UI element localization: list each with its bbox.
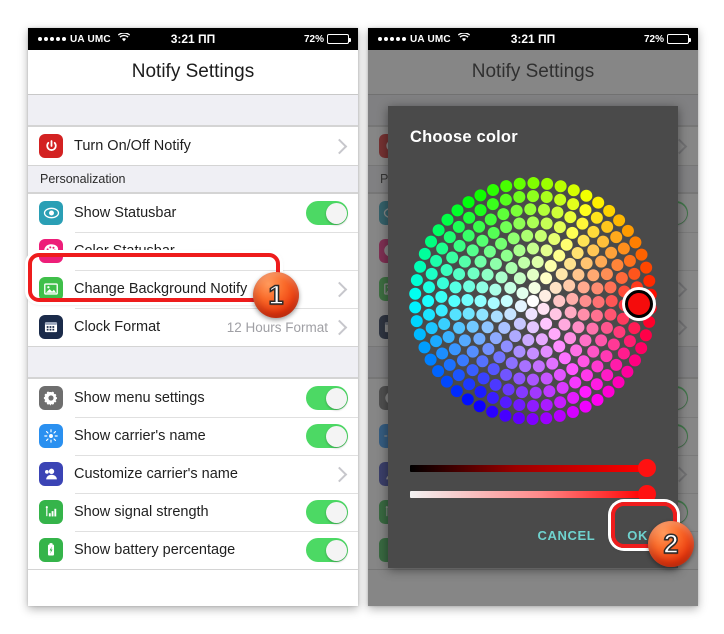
row-turn-on-off-notify[interactable]: Turn On/Off Notify xyxy=(28,127,358,165)
toggle-show-battery-percentage[interactable] xyxy=(306,538,348,562)
page-title: Notify Settings xyxy=(471,61,595,82)
signal-dots-icon xyxy=(378,37,406,41)
cancel-button[interactable]: CANCEL xyxy=(526,521,608,550)
status-bar-left-group: UA UMC xyxy=(28,32,130,45)
chevron-right-icon xyxy=(331,319,348,335)
navigation-bar-left: Notify Settings xyxy=(28,50,358,95)
saturation-slider-thumb[interactable] xyxy=(638,485,656,503)
row-label: Customize carrier's name xyxy=(74,466,238,482)
screenshot-stage: UA UMC 3:21 ПП 72% Notify Settings Turn … xyxy=(0,0,724,634)
row-show-menu-settings[interactable]: Show menu settings xyxy=(28,379,358,417)
chevron-right-icon xyxy=(331,281,348,297)
settings-list-left: Turn On/Off Notify Personalization Show … xyxy=(28,95,358,570)
row-show-battery-percentage[interactable]: Show battery percentage xyxy=(28,531,358,569)
ios-status-bar-left: UA UMC 3:21 ПП 72% xyxy=(28,28,358,50)
badge-number: 2 xyxy=(663,528,680,559)
status-bar-right-group: 72% xyxy=(644,34,698,45)
row-change-background-notify[interactable]: Change Background Notify xyxy=(28,270,358,308)
battery-percentage-label: 72% xyxy=(643,33,664,45)
carrier-name: UA UMC xyxy=(410,33,451,45)
navigation-bar-right: Notify Settings xyxy=(368,50,698,95)
row-label: Show carrier's name xyxy=(74,428,206,444)
wifi-icon xyxy=(457,32,470,45)
chevron-right-icon xyxy=(331,138,348,154)
dialog-actions: CANCEL OK xyxy=(388,507,678,568)
row-label: Color Statusbar xyxy=(74,243,175,259)
list-spacer xyxy=(28,347,358,378)
choose-color-dialog: Choose color CANCEL OK xyxy=(388,106,678,568)
color-selector-handle[interactable] xyxy=(625,290,653,318)
row-show-statusbar[interactable]: Show Statusbar xyxy=(28,194,358,232)
row-customize-carriers-name[interactable]: Customize carrier's name xyxy=(28,455,358,493)
page-title: Notify Settings xyxy=(131,61,255,82)
value-slider-track[interactable] xyxy=(410,464,645,472)
wifi-icon xyxy=(117,32,130,45)
ios-status-bar-right: UA UMC 3:21 ПП 72% xyxy=(368,28,698,50)
battery-percentage-label: 72% xyxy=(303,33,324,45)
brightness-icon xyxy=(39,424,63,448)
person-icon xyxy=(39,462,63,486)
row-label: Turn On/Off Notify xyxy=(74,138,191,154)
list-spacer xyxy=(28,95,358,126)
toggle-show-menu-settings[interactable] xyxy=(306,386,348,410)
toggle-show-signal-strength[interactable] xyxy=(306,500,348,524)
row-show-carriers-name[interactable]: Show carrier's name xyxy=(28,417,358,455)
row-label: Show Statusbar xyxy=(74,205,177,221)
annotation-badge-one: 1 xyxy=(253,272,299,318)
color-wheel[interactable] xyxy=(408,176,658,426)
phone-screen-left: UA UMC 3:21 ПП 72% Notify Settings Turn … xyxy=(28,28,358,606)
status-bar-right-group: 72% xyxy=(304,34,358,45)
section-header-personalization: Personalization xyxy=(28,166,358,193)
phone-screen-right: UA UMC 3:21 ПП 72% Notify Settings Choos… xyxy=(368,28,698,606)
chevron-right-icon xyxy=(331,466,348,482)
value-slider[interactable] xyxy=(410,455,656,481)
settings-group-personalization: Show Statusbar Color Statusbar Change Ba… xyxy=(28,193,358,347)
battery-icon xyxy=(39,538,63,562)
color-wheel-area xyxy=(388,147,678,455)
row-color-statusbar[interactable]: Color Statusbar xyxy=(28,232,358,270)
color-wheel-svg[interactable] xyxy=(408,176,658,426)
gear-icon xyxy=(39,386,63,410)
annotation-badge-two: 2 xyxy=(648,521,694,567)
dialog-title: Choose color xyxy=(410,128,518,146)
battery-icon xyxy=(327,34,351,44)
row-show-signal-strength[interactable]: Show signal strength xyxy=(28,493,358,531)
row-clock-format[interactable]: Clock Format 12 Hours Format xyxy=(28,308,358,346)
saturation-slider-track[interactable] xyxy=(410,490,645,498)
row-label: Show battery percentage xyxy=(74,542,236,558)
badge-number: 1 xyxy=(268,279,285,310)
carrier-name: UA UMC xyxy=(70,33,111,45)
eye-icon xyxy=(39,201,63,225)
toggle-show-statusbar[interactable] xyxy=(306,201,348,225)
row-value-clock-format: 12 Hours Format xyxy=(226,319,328,335)
image-icon xyxy=(39,277,63,301)
row-label: Clock Format xyxy=(74,319,161,335)
signal-dots-icon xyxy=(38,37,66,41)
value-slider-thumb[interactable] xyxy=(638,459,656,477)
signal-bars-icon xyxy=(39,500,63,524)
battery-icon xyxy=(667,34,691,44)
status-bar-left-group: UA UMC xyxy=(368,32,470,45)
calendar-icon xyxy=(39,315,63,339)
saturation-slider[interactable] xyxy=(410,481,656,507)
settings-group-main: Turn On/Off Notify xyxy=(28,126,358,166)
row-label: Show menu settings xyxy=(74,390,205,406)
row-label: Show signal strength xyxy=(74,504,209,520)
color-sliders xyxy=(388,455,678,507)
power-icon xyxy=(39,134,63,158)
palette-icon xyxy=(39,239,63,263)
settings-group-statusbar-items: Show menu settings Show carrier's name C… xyxy=(28,378,358,570)
toggle-show-carriers-name[interactable] xyxy=(306,424,348,448)
